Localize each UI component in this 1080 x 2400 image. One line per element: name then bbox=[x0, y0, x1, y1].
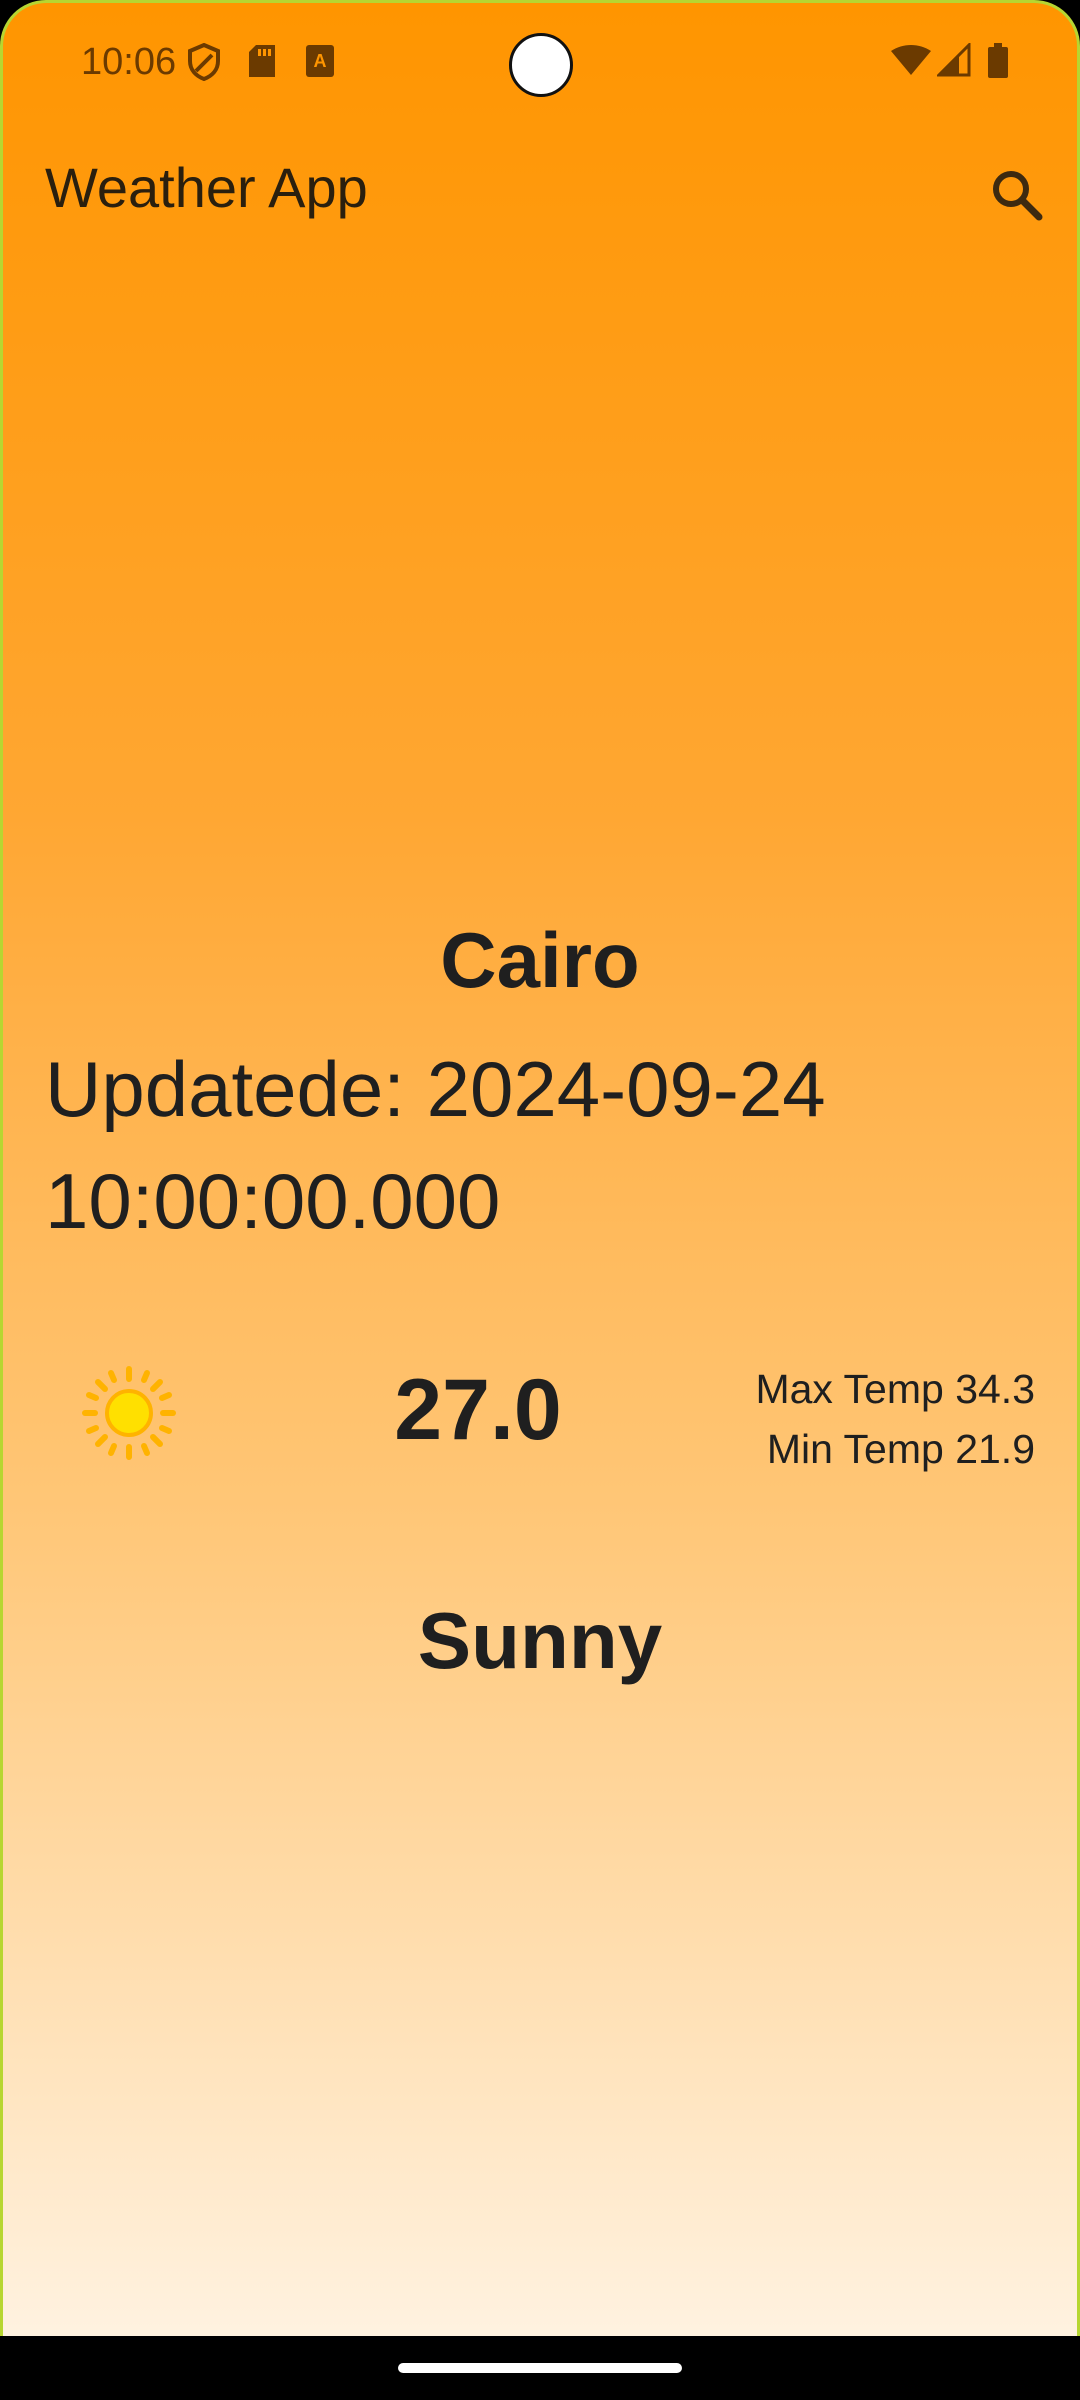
status-time: 10:06 bbox=[81, 41, 177, 83]
city-name: Cairo bbox=[440, 916, 640, 1004]
updated-timestamp: Updatede: 2024-09-24 10:00:00.000 bbox=[45, 1045, 826, 1245]
weather-screen: 10:06 A Weather App Cairo Updatede: 2024… bbox=[0, 0, 1080, 2336]
front-camera bbox=[509, 33, 573, 97]
current-weather-row: 27.0 Max Temp 34.3 Min Temp 21.9 bbox=[3, 1333, 1077, 1493]
sun-icon bbox=[81, 1365, 177, 1461]
current-temperature: 27.0 bbox=[394, 1362, 562, 1458]
font-a-icon: A bbox=[305, 43, 335, 84]
cellular-signal-icon bbox=[935, 41, 971, 82]
search-icon bbox=[993, 171, 1043, 221]
battery-icon bbox=[987, 43, 1009, 84]
status-bar: 10:06 A bbox=[3, 3, 1077, 123]
app-title: Weather App bbox=[45, 156, 368, 219]
min-temp: Min Temp 21.9 bbox=[766, 1426, 1035, 1472]
sd-card-icon bbox=[247, 43, 277, 84]
temp-range: Max Temp 34.3 Min Temp 21.9 bbox=[755, 1359, 1035, 1479]
wifi-icon bbox=[891, 45, 931, 82]
max-temp: Max Temp 34.3 bbox=[755, 1366, 1035, 1412]
shield-icon bbox=[187, 42, 221, 86]
svg-text:A: A bbox=[314, 51, 327, 71]
search-button[interactable] bbox=[985, 163, 1049, 227]
weather-condition: Sunny bbox=[417, 1596, 663, 1685]
home-indicator[interactable] bbox=[398, 2363, 682, 2373]
